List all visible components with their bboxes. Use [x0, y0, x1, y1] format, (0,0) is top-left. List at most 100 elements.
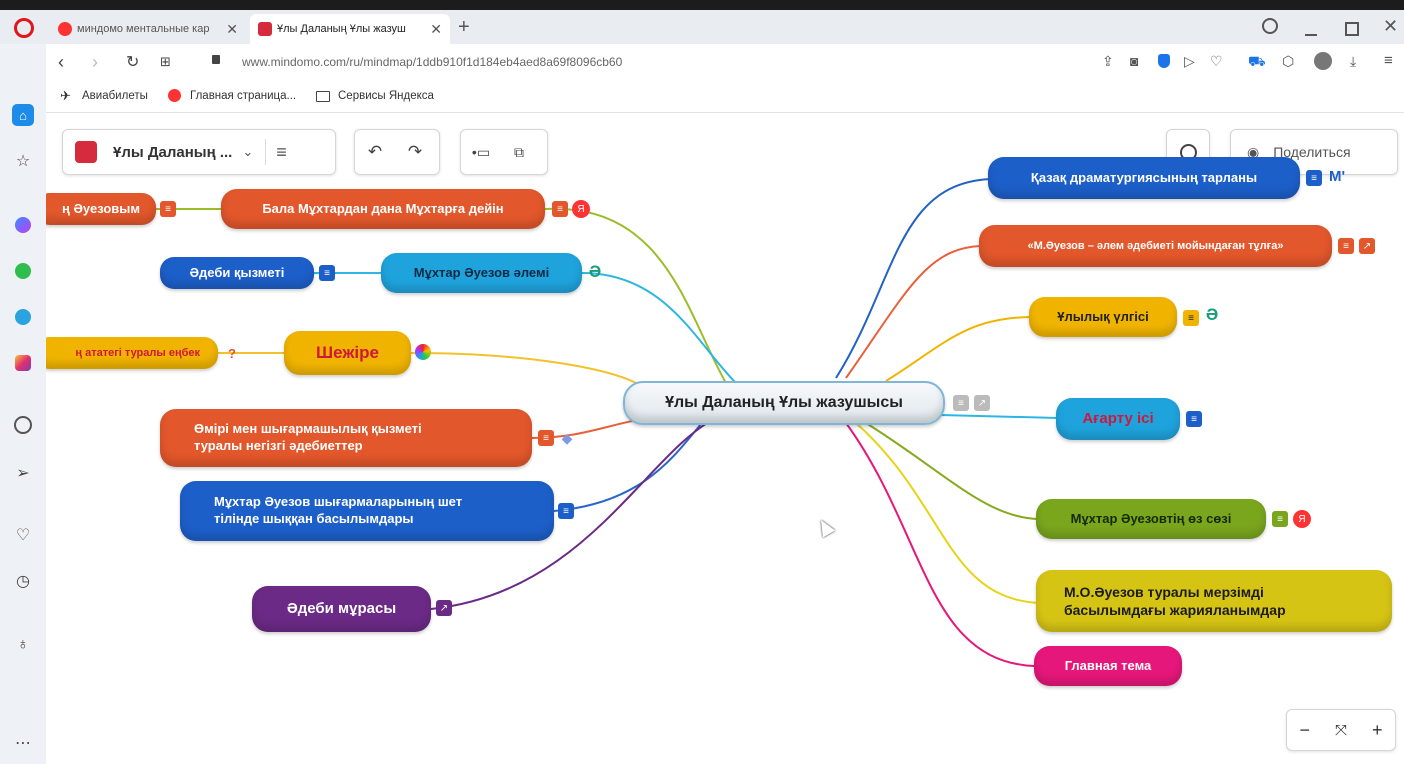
branch-line [410, 352, 637, 384]
new-tab-button[interactable]: + [458, 16, 470, 39]
zoom-out-button[interactable]: − [1299, 720, 1310, 741]
link-icon[interactable]: ↗ [436, 600, 452, 616]
flow-icon[interactable]: ▷ [1184, 53, 1195, 70]
topic-genealogy-work[interactable]: ң ататегі туралы еңбек [46, 337, 218, 369]
eternal-icon[interactable]: Ә [1204, 305, 1220, 324]
close-tab-icon[interactable]: ✕ [226, 21, 238, 38]
menu-icon[interactable]: ≡ [276, 142, 287, 163]
chevron-down-icon[interactable]: ⌄ [242, 144, 253, 160]
question-icon[interactable]: ? [224, 345, 240, 361]
document-title[interactable]: Ұлы Даланың ... [113, 144, 232, 161]
bookmark-item[interactable]: Главная страница... [190, 90, 296, 102]
back-icon[interactable]: ‹ [58, 52, 64, 73]
notes-icon[interactable]: ≡ [953, 395, 969, 411]
snapshot-icon[interactable]: ◙ [1130, 53, 1138, 69]
topic-auezov[interactable]: ң Әуезовым [46, 193, 156, 225]
topic-label: ң Әуезовым [62, 200, 140, 216]
close-tab-icon[interactable]: ✕ [430, 21, 442, 38]
tiles-icon[interactable]: ⊞ [160, 54, 171, 70]
opera-logo-icon[interactable] [14, 18, 34, 38]
notes-icon[interactable]: ≡ [1338, 238, 1354, 254]
tab-mindmap[interactable]: Ұлы Даланың Ұлы жазуш ✕ [250, 14, 450, 44]
topic-label-line: Мұхтар Әуезов шығармаларының шет [214, 494, 463, 510]
restore-icon[interactable] [1345, 22, 1359, 36]
topic-auezov-world[interactable]: Мұхтар Әуезов әлемі [381, 253, 582, 293]
download-icon[interactable]: ⤓ [1350, 53, 1356, 70]
redo-icon[interactable]: ↷ [399, 136, 431, 168]
eternal-icon[interactable]: Ә [587, 262, 603, 281]
notes-icon[interactable]: ≡ [558, 503, 574, 519]
player-icon[interactable] [12, 414, 34, 436]
history-icon[interactable]: ◷ [12, 570, 34, 592]
search-tabs-icon[interactable] [1262, 18, 1278, 34]
heart-icon[interactable]: ♡ [1210, 53, 1223, 70]
topic-own-words[interactable]: Мұхтар Әуезовтің өз сөзі [1036, 499, 1266, 539]
fit-to-screen-icon[interactable]: ⤧ [1335, 722, 1347, 739]
more-icon[interactable]: ⋯ [12, 732, 34, 754]
reload-icon[interactable]: ↻ [126, 52, 139, 72]
topic-main-theme[interactable]: Главная тема [1034, 646, 1182, 686]
messenger-icon[interactable] [12, 214, 34, 236]
yandex-link-icon[interactable]: Я [1293, 510, 1311, 528]
mindomo-badge-icon[interactable]: M' [1325, 168, 1349, 185]
central-topic[interactable]: Ұлы Даланың Ұлы жазушысы [623, 381, 945, 425]
notes-icon[interactable]: ≡ [1272, 511, 1288, 527]
bookmark-item[interactable]: Сервисы Яндекса [338, 90, 434, 102]
profile-avatar[interactable] [1314, 52, 1332, 70]
topic-shezhire[interactable]: Шежіре [284, 331, 411, 375]
cart-icon[interactable]: ⛟ [1248, 53, 1266, 72]
whatsapp-icon[interactable] [12, 260, 34, 282]
lightbulb-icon[interactable]: ♁ [12, 634, 34, 656]
opera-sidebar: ⌂ ☆ ➢ ♡ ◷ ♁ ⋯ [0, 44, 47, 764]
lock-icon [212, 55, 220, 64]
topic-periodicals[interactable]: М.О.Әуезов туралы мерзімді басылымдағы ж… [1036, 570, 1392, 632]
url-field[interactable]: www.mindomo.com/ru/mindmap/1ddb910f1d184… [242, 55, 622, 69]
bookmarks-heart-icon[interactable]: ♡ [12, 524, 34, 546]
send-icon[interactable]: ➢ [12, 462, 34, 484]
notes-icon[interactable]: ≡ [1186, 411, 1202, 427]
undo-redo-panel: ↶ ↷ [354, 129, 440, 175]
topic-greatness-model[interactable]: Ұлылық үлгісі [1029, 297, 1177, 337]
topic-foreign-editions[interactable]: Мұхтар Әуезов шығармаларының шет тілінде… [180, 481, 554, 541]
topic-drama-leader[interactable]: Қазақ драматургиясының тарланы [988, 157, 1300, 199]
notes-icon[interactable]: ≡ [552, 201, 568, 217]
tab-mindomo-search[interactable]: миндомо ментальные кар ✕ [50, 14, 246, 44]
topic-literary-heritage[interactable]: Әдеби мұрасы [252, 586, 431, 632]
document-title-panel: Ұлы Даланың ... ⌄ ≡ [62, 129, 336, 175]
minimize-icon[interactable] [1305, 34, 1317, 36]
link-icon[interactable]: ↗ [974, 395, 990, 411]
branch-line [845, 422, 1035, 667]
link-icon[interactable]: ↗ [1359, 238, 1375, 254]
notes-icon[interactable]: ≡ [1306, 170, 1322, 186]
zoom-in-button[interactable]: + [1372, 720, 1383, 741]
share-page-icon[interactable]: ⇪ [1102, 53, 1114, 70]
close-window-icon[interactable]: ✕ [1383, 16, 1398, 37]
vpn-shield-icon[interactable] [1158, 54, 1170, 68]
topic-label-line: М.О.Әуезов туралы мерзімді [1064, 583, 1264, 600]
diamond-icon[interactable]: ◆ [559, 430, 575, 446]
telegram-icon[interactable] [12, 306, 34, 328]
topic-literary-activity[interactable]: Әдеби қызметі [160, 257, 314, 289]
notes-icon[interactable]: ≡ [538, 430, 554, 446]
color-wheel-icon[interactable] [415, 344, 431, 360]
notes-icon[interactable]: ≡ [1183, 310, 1199, 326]
topic-world-recognized[interactable]: «М.Әуезов – әлем әдебиеті мойындаған тұл… [979, 225, 1332, 267]
mindmap-canvas[interactable]: Ұлы Даланың ... ⌄ ≡ ↶ ↷ •▭ ⧉ ◉ Поделитьс… [46, 113, 1404, 764]
extensions-icon[interactable]: ⬡ [1282, 53, 1294, 70]
yandex-link-icon[interactable]: Я [572, 200, 590, 218]
topic-bala-mukhtar[interactable]: Бала Мұхтардан дана Мұхтарға дейін [221, 189, 545, 229]
mindomo-logo-icon[interactable] [75, 141, 97, 163]
topic-enlightenment[interactable]: Ағарту ісі [1056, 398, 1180, 440]
add-sibling-topic-icon[interactable]: •▭ [465, 136, 497, 168]
forward-icon[interactable]: › [92, 52, 98, 73]
bookmark-item[interactable]: Авиабилеты [82, 90, 148, 102]
topic-main-literature[interactable]: Өмірі мен шығармашылық қызметі туралы не… [160, 409, 532, 467]
easy-setup-icon[interactable]: ≡ [1384, 52, 1393, 69]
instagram-icon[interactable] [12, 352, 34, 374]
add-child-topic-icon[interactable]: ⧉ [503, 136, 535, 168]
notes-icon[interactable]: ≡ [319, 265, 335, 281]
undo-icon[interactable]: ↶ [359, 136, 391, 168]
notes-icon[interactable]: ≡ [160, 201, 176, 217]
speed-dial-icon[interactable]: ☆ [12, 150, 34, 172]
home-icon[interactable]: ⌂ [12, 104, 34, 126]
